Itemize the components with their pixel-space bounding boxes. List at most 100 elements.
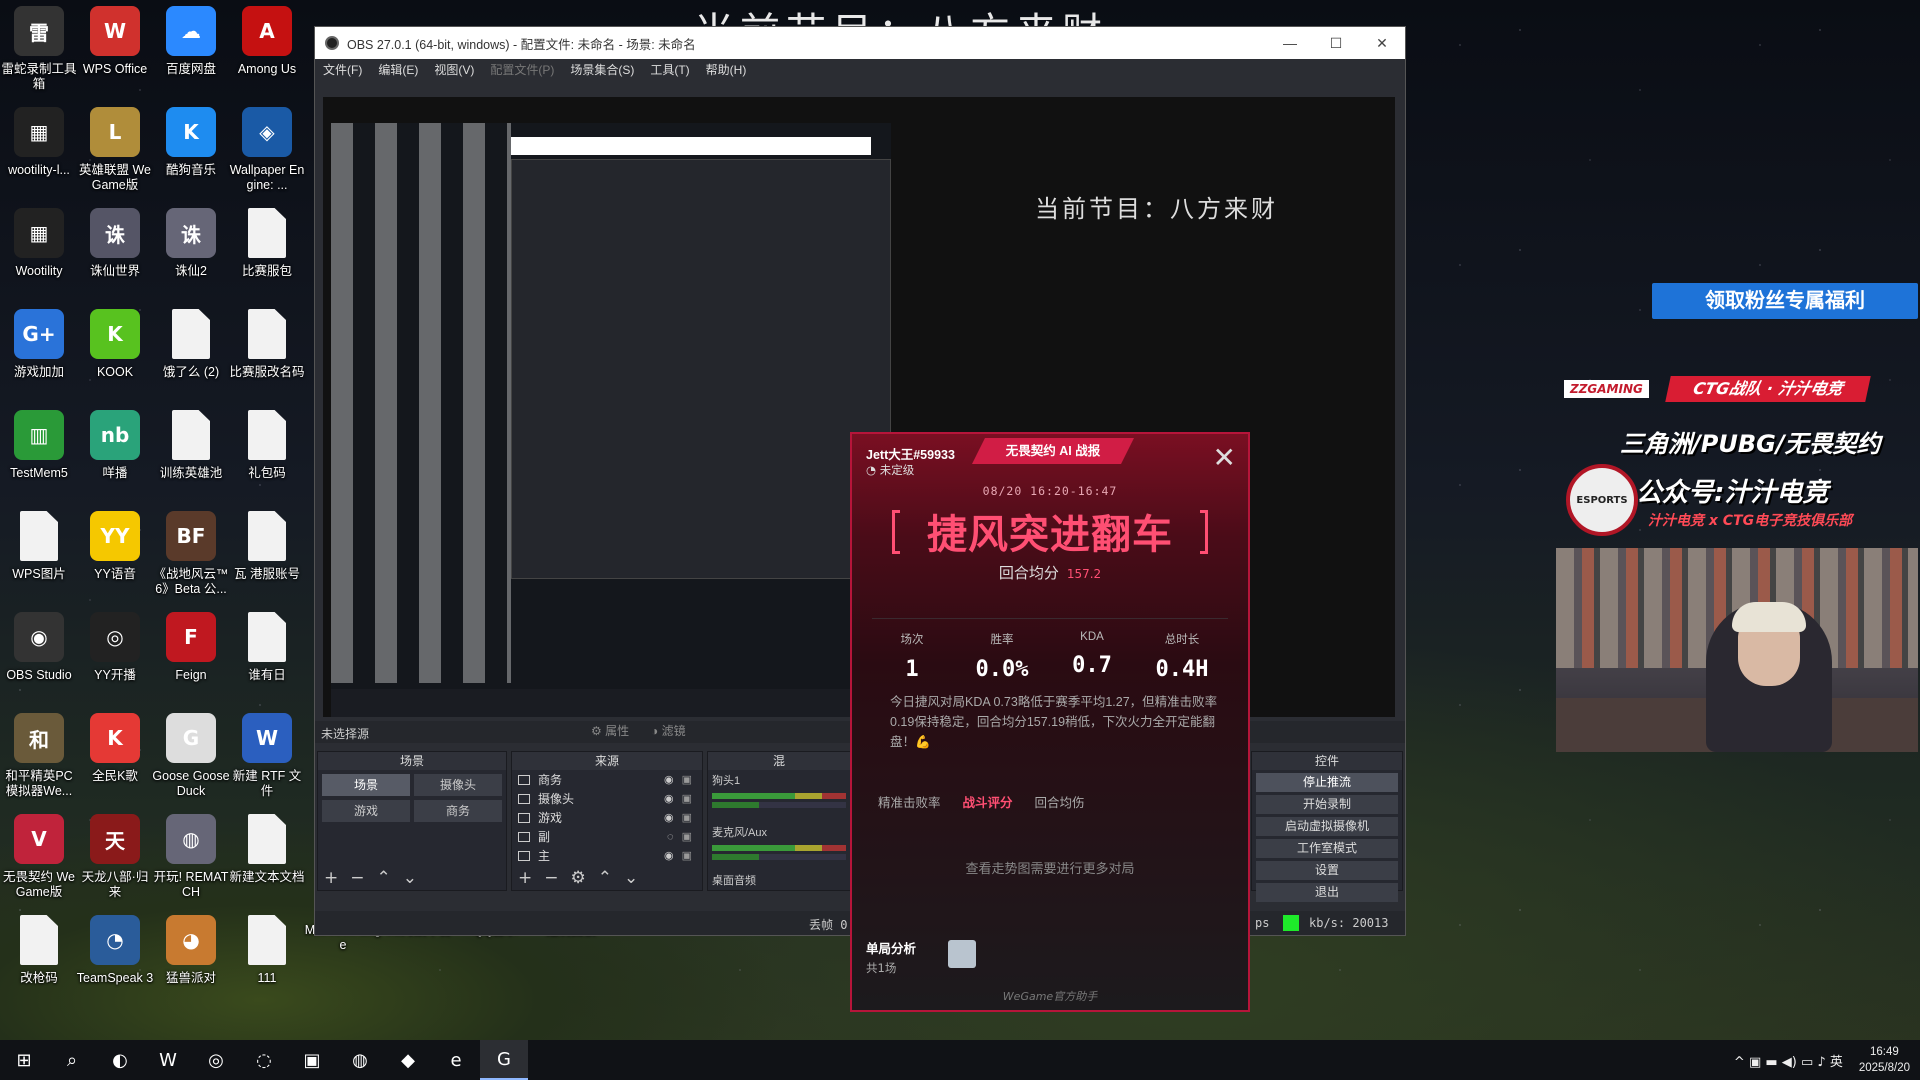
desktop-icon[interactable]: K 全民K歌 (76, 713, 154, 784)
desktop-icon[interactable]: ◔ TeamSpeak 3 (76, 915, 154, 986)
scene-button[interactable]: 游戏 (322, 800, 410, 822)
menu-edit[interactable]: 编辑(E) (378, 61, 418, 78)
desktop-icon[interactable]: 礼包码 (228, 410, 306, 481)
taskbar-app-icon[interactable]: ◍ (336, 1040, 384, 1080)
desktop-icon[interactable]: YY YY语音 (76, 511, 154, 582)
volume-meter[interactable] (712, 854, 846, 860)
lock-icon[interactable]: ▣ (682, 849, 692, 862)
desktop-icon[interactable]: 改枪码 (0, 915, 78, 986)
menu-view[interactable]: 视图(V) (434, 61, 474, 78)
scene-button[interactable]: 场景 (322, 774, 410, 796)
volume-meter[interactable] (712, 793, 846, 799)
taskbar-app-icon[interactable]: ◎ (192, 1040, 240, 1080)
desktop-icon[interactable]: 新建文本文档 (228, 814, 306, 885)
remove-icon[interactable]: − (350, 868, 364, 888)
menu-tools[interactable]: 工具(T) (650, 61, 689, 78)
add-icon[interactable]: + (518, 868, 532, 888)
lock-icon[interactable]: ▣ (682, 811, 692, 824)
tray-icons[interactable]: ^ ▣ ▬ ◀) ▭ ♪ 英 (1734, 1051, 1843, 1070)
volume-meter[interactable] (712, 845, 846, 851)
lock-icon[interactable]: ▣ (682, 830, 692, 843)
menu-profile[interactable]: 配置文件(P) (490, 61, 554, 78)
eye-icon[interactable]: ◉ (664, 792, 674, 805)
move-up-icon[interactable]: ⌃ (377, 868, 391, 888)
volume-meter[interactable] (712, 802, 846, 808)
desktop-icon[interactable]: A Among Us (228, 6, 306, 77)
source-row[interactable]: 主 ◉ ▣ (512, 846, 702, 865)
desktop-icon[interactable]: L 英雄联盟 WeGame版 (76, 107, 154, 193)
desktop-icon[interactable]: 瓦 港服账号 (228, 511, 306, 582)
add-icon[interactable]: + (324, 868, 338, 888)
obs-titlebar[interactable]: OBS 27.0.1 (64-bit, windows) - 配置文件: 未命名… (315, 27, 1405, 59)
desktop-icon[interactable]: ◍ 开玩! REMATCH (152, 814, 230, 900)
eye-icon[interactable]: ◌ (667, 831, 674, 843)
lock-icon[interactable]: ▣ (682, 773, 692, 786)
desktop-icon[interactable]: 训练英雄池 (152, 410, 230, 481)
move-up-icon[interactable]: ⌃ (598, 868, 612, 888)
desktop-icon[interactable]: ◕ 猛兽派对 (152, 915, 230, 986)
agent-avatar[interactable] (948, 940, 976, 968)
desktop-icon[interactable]: K 酷狗音乐 (152, 107, 230, 178)
source-row[interactable]: 摄像头 ◉ ▣ (512, 789, 702, 808)
scene-button[interactable]: 商务 (414, 800, 502, 822)
tab-combat-score[interactable]: 战斗评分 (963, 792, 1013, 811)
desktop-icon[interactable]: ▥ TestMem5 (0, 410, 78, 481)
desktop-icon[interactable]: ◉ OBS Studio (0, 612, 78, 683)
menu-help[interactable]: 帮助(H) (706, 61, 747, 78)
stop-streaming-button[interactable]: 停止推流 (1256, 773, 1398, 792)
menu-scene-collection[interactable]: 场景集合(S) (570, 61, 634, 78)
move-down-icon[interactable]: ⌄ (403, 868, 417, 888)
tab-precision-kill[interactable]: 精准击败率 (878, 792, 941, 811)
maximize-icon[interactable]: ☐ (1313, 35, 1359, 52)
desktop-icon[interactable]: G+ 游戏加加 (0, 309, 78, 380)
source-row[interactable]: 游戏 ◉ ▣ (512, 808, 702, 827)
eye-icon[interactable]: ◉ (664, 773, 674, 786)
remove-icon[interactable]: − (544, 868, 558, 888)
desktop-icon[interactable]: 111 (228, 915, 306, 986)
eye-icon[interactable]: ◉ (664, 849, 674, 862)
clock[interactable]: 16:49 2025/8/20 (1859, 1044, 1910, 1076)
taskbar-app-icon[interactable]: ◆ (384, 1040, 432, 1080)
source-row[interactable]: 副 ◌ ▣ (512, 827, 702, 846)
desktop-icon[interactable]: W 新建 RTF 文件 (228, 713, 306, 799)
desktop-icon[interactable]: ◎ YY开播 (76, 612, 154, 683)
tab-round-damage[interactable]: 回合均伤 (1035, 792, 1085, 811)
start-recording-button[interactable]: 开始录制 (1256, 795, 1398, 814)
close-icon[interactable]: ✕ (1359, 35, 1405, 52)
wegame-ai-report[interactable]: Jett大王#59933 ◔ 未定级 无畏契约 AI 战报 ✕ 08/20 16… (850, 432, 1250, 1012)
properties-button[interactable]: ⚙ 属性 (591, 722, 629, 739)
desktop-icon[interactable]: 诛诛仙2 (152, 208, 230, 279)
exit-button[interactable]: 退出 (1256, 883, 1398, 902)
taskbar-app-icon[interactable]: e (432, 1040, 480, 1080)
desktop-icon[interactable]: F Feign (152, 612, 230, 683)
desktop-icon[interactable]: W WPS Office (76, 6, 154, 77)
eye-icon[interactable]: ◉ (664, 811, 674, 824)
minimize-icon[interactable]: — (1267, 35, 1313, 52)
source-row[interactable]: 商务 ◉ ▣ (512, 770, 702, 789)
desktop-icon[interactable]: 和和平精英PC模拟器We... (0, 713, 78, 799)
desktop-icon[interactable]: 比赛服改名码 (228, 309, 306, 380)
settings-button[interactable]: 设置 (1256, 861, 1398, 880)
desktop-icon[interactable]: ☁ 百度网盘 (152, 6, 230, 77)
desktop-icon[interactable]: G Goose Goose Duck (152, 713, 230, 799)
taskbar-app-icon[interactable]: W (144, 1040, 192, 1080)
desktop-icon[interactable]: nb 咩播 (76, 410, 154, 481)
desktop-icon[interactable]: BF 《战地风云™ 6》Beta 公... (152, 511, 230, 597)
scene-button[interactable]: 摄像头 (414, 774, 502, 796)
taskbar-app-icon[interactable]: ▣ (288, 1040, 336, 1080)
menu-file[interactable]: 文件(F) (323, 61, 362, 78)
desktop-icon[interactable]: 雷雷蛇录制工具箱 (0, 6, 78, 92)
move-down-icon[interactable]: ⌄ (624, 868, 638, 888)
desktop-icon[interactable]: 诛诛仙世界 (76, 208, 154, 279)
gear-icon[interactable]: ⚙ (571, 868, 586, 888)
filters-button[interactable]: ◑ 滤镜 (651, 722, 686, 739)
virtual-camera-button[interactable]: 启动虚拟摄像机 (1256, 817, 1398, 836)
desktop-icon[interactable]: WPS图片 (0, 511, 78, 582)
desktop-icon[interactable]: 饿了么 (2) (152, 309, 230, 380)
studio-mode-button[interactable]: 工作室模式 (1256, 839, 1398, 858)
close-icon[interactable]: ✕ (1213, 444, 1236, 472)
search-icon[interactable]: ⌕ (48, 1040, 96, 1080)
desktop-icon[interactable]: 比赛服包 (228, 208, 306, 279)
desktop-icon[interactable]: ▦ Wootility (0, 208, 78, 279)
desktop-icon[interactable]: V 无畏契约 WeGame版 (0, 814, 78, 900)
